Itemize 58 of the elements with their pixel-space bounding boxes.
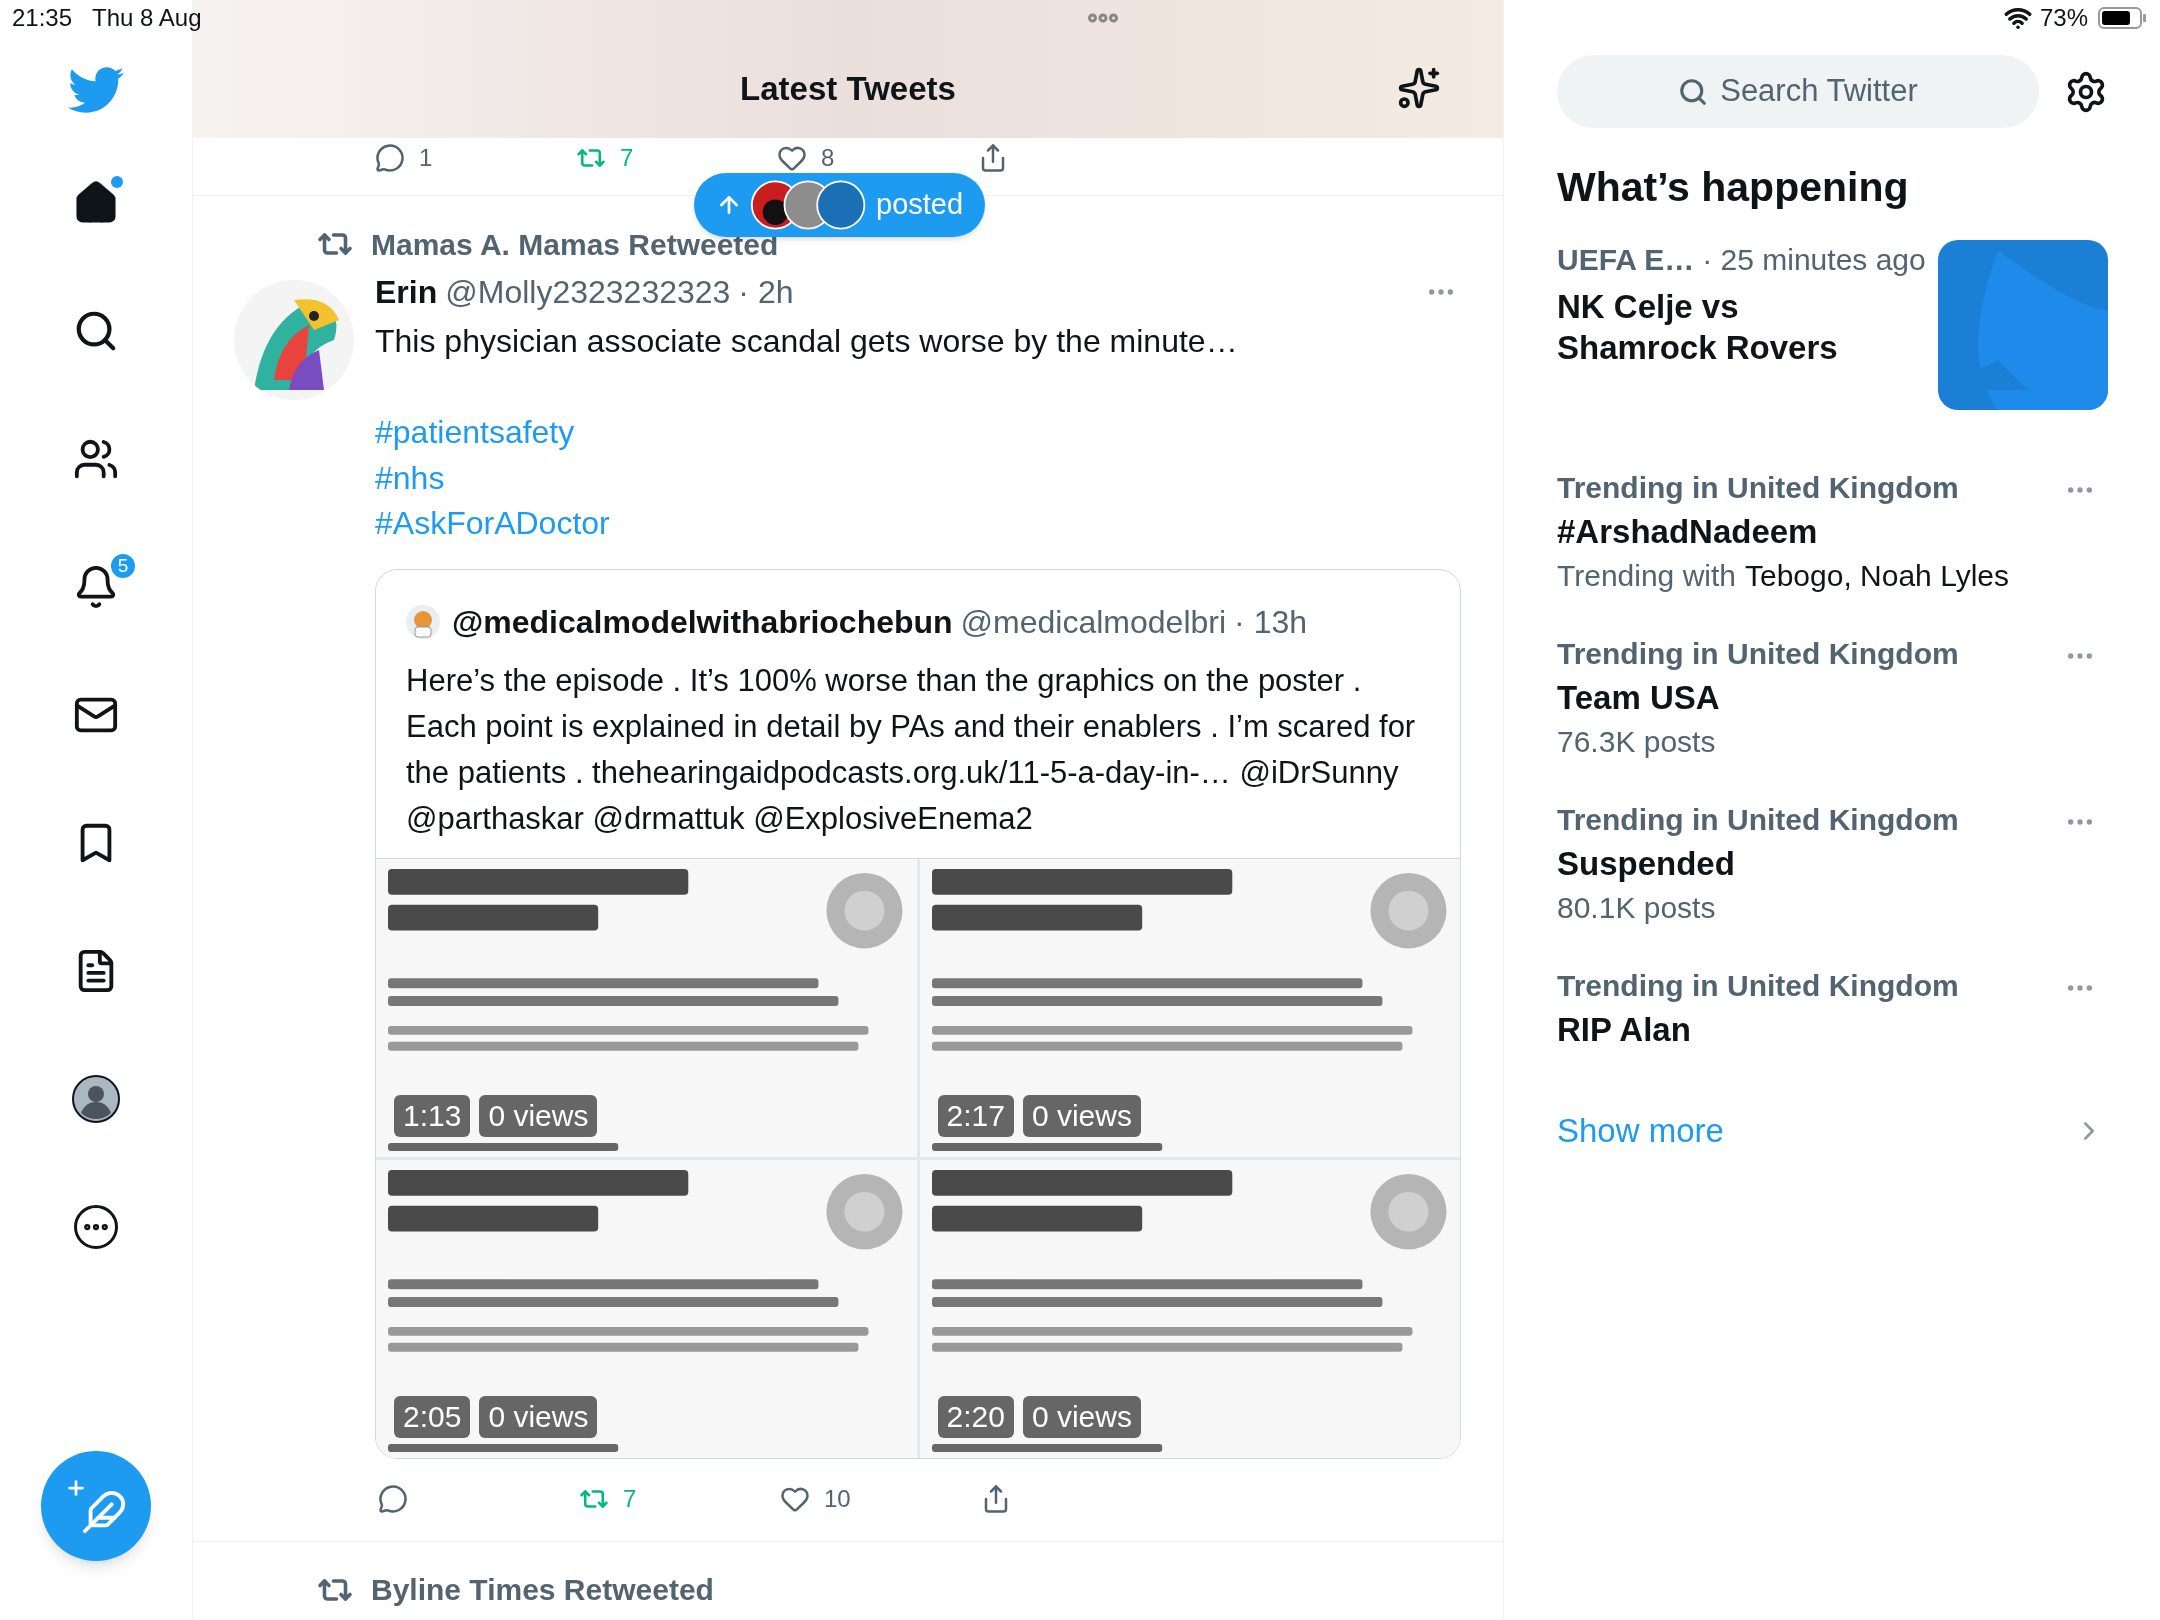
quote-author-handle: @medicalmodelbri (960, 602, 1227, 642)
trend-title[interactable]: RIP Alan (1557, 1008, 2108, 1052)
quote-author-name[interactable]: @medicalmodelwithabriochebun (452, 597, 953, 646)
trend-category: UEFA E… (1557, 242, 1695, 278)
action-count: 7 (620, 143, 634, 173)
trend-title[interactable]: Suspended (1557, 842, 2108, 886)
pill-label: posted (876, 187, 964, 223)
view-count: 0 views (1022, 1094, 1141, 1137)
header-title: Latest Tweets (740, 69, 956, 110)
action-count: 7 (623, 1483, 637, 1514)
trend-time: · 25 minutes ago (1702, 242, 1926, 278)
search-field[interactable]: Search Twitter (1557, 55, 2039, 128)
view-count: 0 views (479, 1395, 598, 1438)
view-count: 0 views (1022, 1395, 1141, 1438)
avatar-stack-icon (750, 179, 868, 231)
tweet-time: · 2h (738, 273, 794, 312)
quote-time: · 13h (1234, 602, 1307, 642)
view-count: 0 views (479, 1094, 598, 1137)
video-duration: 2:17 (937, 1094, 1014, 1137)
reply-icon[interactable] (375, 143, 405, 173)
quote-avatar (406, 604, 440, 639)
quote-text: Here’s the episode . It’s 100% worse than the graphics on the poster . Each point is explained in detail by PAs and their enablers . I’m scared for the patients . thehearingaidpodcasts.org.uk/11-5-a-day-in-… @iDrSunny @parthaskar @drmattuk @ExplosiveEnema2 (406, 661, 1417, 838)
action-count: 1 (419, 143, 433, 173)
trend-category: Trending in United Kingdom (1557, 636, 1959, 672)
trend-title[interactable]: Team USA (1557, 676, 2108, 720)
video-duration: 2:05 (394, 1395, 471, 1438)
battery-percent: 73% (2039, 3, 2088, 33)
home-icon[interactable] (73, 180, 119, 226)
trend-subtitle: 76.3K posts (1557, 724, 1716, 760)
author-name[interactable]: Erin (375, 268, 438, 316)
tweet-text: This physician associate scandal gets worse by the minute… (375, 322, 1239, 361)
trend-subtitle: 80.1K posts (1557, 890, 1716, 926)
section-title: What’s happening (1557, 163, 1910, 212)
video-duration: 2:20 (937, 1395, 1014, 1438)
action-count: 8 (821, 143, 835, 173)
trend-category: Trending in United Kingdom (1557, 802, 1959, 838)
sparkle-icon[interactable] (1397, 66, 1441, 110)
status-date: Thu 8 Aug (92, 3, 202, 33)
status-time: 21:35 (12, 3, 73, 33)
author-handle: @Molly2323232323 (445, 273, 731, 312)
notification-count: 5 (109, 552, 137, 580)
trend-subtitle: Trending with (1557, 558, 1736, 594)
trend-title[interactable]: #ArshadNadeem (1557, 510, 2108, 554)
trend-category: Trending in United Kingdom (1557, 470, 1959, 506)
action-count: 10 (824, 1483, 851, 1514)
video-duration: 1:13 (394, 1094, 471, 1137)
quote-card[interactable] (375, 568, 1461, 1459)
reply-icon[interactable] (378, 1483, 408, 1514)
more-icon[interactable] (74, 1205, 118, 1249)
battery-icon (2098, 6, 2148, 30)
trend-names: Tebogo, Noah Lyles (1745, 558, 2010, 594)
search-placeholder: Search Twitter (1720, 72, 1918, 111)
trend-title[interactable]: NK Celje vs Shamrock Rovers (1557, 286, 1887, 368)
compose-icon (65, 1477, 127, 1535)
trend-category: Trending in United Kingdom (1557, 968, 1959, 1004)
retweeted-by: Byline Times Retweeted (371, 1572, 714, 1608)
search-icon (1678, 76, 1709, 107)
profile-avatar-icon[interactable] (72, 1075, 120, 1123)
